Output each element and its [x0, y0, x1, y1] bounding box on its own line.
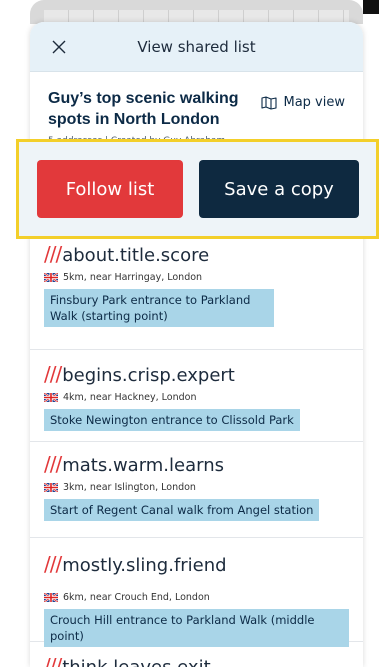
address-words: /// begins.crisp.expert [44, 350, 349, 388]
location-text: 4km, near Hackney, London [63, 392, 197, 403]
follow-list-button[interactable]: Follow list [37, 160, 183, 218]
address-note: Stoke Newington entrance to Clissold Par… [44, 409, 300, 431]
list-title: Guy’s top scenic walking spots in North … [48, 90, 239, 128]
list-item[interactable]: /// mats.warm.learns 3km, near Islington… [30, 442, 363, 538]
address-location: 6km, near Crouch End, London [44, 592, 349, 603]
address-note: Finsbury Park entrance to Parkland Walk … [44, 289, 274, 327]
close-icon [52, 40, 66, 54]
address-location: 4km, near Hackney, London [44, 392, 349, 403]
address-list: /// about.title.score 5km, near Harringa… [30, 236, 363, 667]
address-text: mostly.sling.friend [62, 555, 227, 576]
uk-flag-icon [44, 273, 58, 282]
right-margin [363, 0, 379, 667]
location-text: 6km, near Crouch End, London [63, 592, 210, 603]
slashes-icon: /// [44, 242, 62, 266]
slashes-icon: /// [44, 452, 62, 476]
address-note: Start of Regent Canal walk from Angel st… [44, 499, 320, 521]
location-text: 3km, near Islington, London [63, 482, 196, 493]
list-item[interactable]: /// begins.crisp.expert 4km, near Hackne… [30, 350, 363, 442]
map-icon [261, 95, 278, 110]
slashes-icon: /// [44, 654, 62, 667]
list-actions-panel: Follow list Save a copy [16, 139, 379, 239]
uk-flag-icon [44, 483, 58, 492]
location-text: 5km, near Harringay, London [63, 272, 203, 283]
sheet-top-bar: View shared list [30, 22, 363, 72]
address-location: 5km, near Harringay, London [44, 272, 349, 283]
uk-flag-icon [44, 593, 58, 602]
close-button[interactable] [48, 36, 70, 58]
address-words: /// think.leaves.exit [44, 642, 349, 667]
address-words: /// mostly.sling.friend [44, 538, 349, 578]
address-words: /// mats.warm.learns [44, 442, 349, 478]
left-margin [0, 0, 30, 667]
save-copy-button[interactable]: Save a copy [199, 160, 359, 218]
list-item[interactable]: /// think.leaves.exit [30, 642, 363, 667]
app-screen: View shared list Guy’s top scenic walkin… [0, 0, 379, 667]
uk-flag-icon [44, 393, 58, 402]
background-map [30, 0, 363, 24]
sheet-title: View shared list [137, 37, 256, 56]
list-header: Guy’s top scenic walking spots in North … [30, 72, 363, 146]
map-view-button[interactable]: Map view [261, 95, 345, 110]
status-corner [363, 0, 379, 14]
slashes-icon: /// [44, 362, 62, 386]
list-item[interactable]: /// mostly.sling.friend 6km, near Crouch… [30, 538, 363, 647]
address-words: /// about.title.score [44, 236, 349, 268]
address-text: think.leaves.exit [62, 656, 210, 667]
map-view-label: Map view [283, 95, 345, 110]
address-location: 3km, near Islington, London [44, 482, 349, 493]
address-text: about.title.score [62, 245, 210, 266]
address-text: begins.crisp.expert [62, 365, 235, 386]
address-text: mats.warm.learns [62, 455, 225, 476]
list-item[interactable]: /// about.title.score 5km, near Harringa… [30, 236, 363, 350]
slashes-icon: /// [44, 552, 62, 576]
shared-list-sheet: View shared list Guy’s top scenic walkin… [30, 22, 363, 667]
